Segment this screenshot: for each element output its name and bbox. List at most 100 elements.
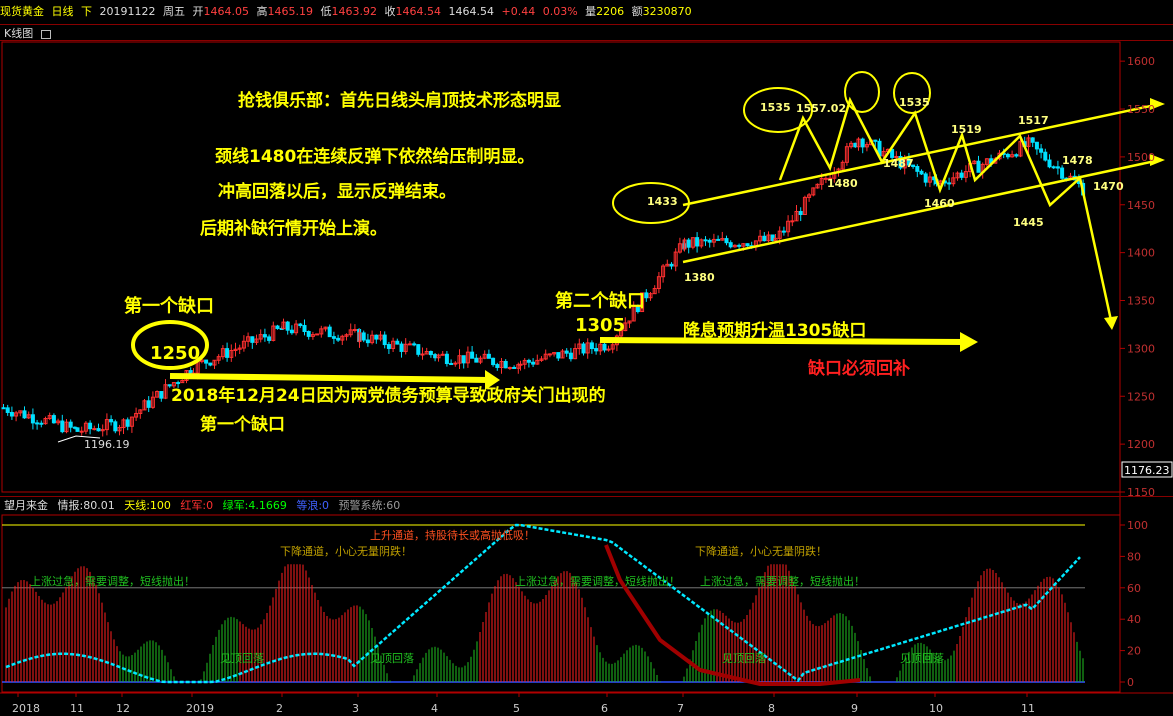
candle-body <box>68 421 73 428</box>
price-tick-label: 1500 <box>1127 151 1155 164</box>
candle-body <box>798 211 803 216</box>
candle-body <box>737 244 742 247</box>
candle-body <box>860 138 865 148</box>
price-point-label: 1535 <box>760 101 791 114</box>
candle-body <box>1005 153 1010 158</box>
gap1-description-2: 第一个缺口 <box>200 415 285 435</box>
candle-body <box>959 172 964 178</box>
signal-down-channel-2: 下降通道，小心无量阴跌！ <box>695 545 827 558</box>
candle-body <box>449 363 454 366</box>
candle-body <box>1047 159 1052 168</box>
indicator-tianxian: 天线:100 <box>124 499 171 512</box>
candle-body <box>60 420 65 433</box>
candle-body <box>1034 141 1039 150</box>
candle-body <box>461 355 466 364</box>
candle-body <box>159 391 164 399</box>
time-tick-label: 4 <box>431 702 438 715</box>
time-tick-label: 9 <box>851 702 858 715</box>
candle-body <box>1 407 6 410</box>
price-point-label: 1478 <box>1062 154 1093 167</box>
candle-body <box>470 351 475 359</box>
candle-body <box>352 328 357 331</box>
candle-body <box>96 428 101 432</box>
price-tick-label: 1550 <box>1127 103 1155 116</box>
main-panel-frame <box>1 41 1121 493</box>
signal-down-channel-1: 下降通道，小心无量阴跌！ <box>280 545 412 558</box>
candle-body <box>724 238 729 244</box>
candle-body <box>75 427 80 432</box>
candle-body <box>1055 166 1060 169</box>
candle-body <box>526 359 531 363</box>
candle-body <box>5 407 10 413</box>
signal-overheat-2: 上涨过急，需要调整，短线抛出！ <box>515 575 680 588</box>
price-tick-label: 1200 <box>1127 438 1155 451</box>
candle-body <box>686 239 691 248</box>
indicator-info: 情报:80.01 <box>57 499 115 512</box>
ind-tick-label: 20 <box>1127 645 1141 658</box>
candle-body <box>1030 137 1035 143</box>
candle-body <box>947 182 952 185</box>
candle-body <box>440 353 445 356</box>
candle-body <box>976 160 981 173</box>
price-point-label: 1487 <box>883 157 914 170</box>
candle-body <box>298 323 303 327</box>
candle-body <box>302 325 307 333</box>
candle-body <box>88 422 93 430</box>
signal-overheat-1: 上涨过急，需要调整，短线抛出！ <box>30 575 195 588</box>
candle-body <box>412 343 417 346</box>
ind-tick-label: 100 <box>1127 519 1148 532</box>
candle-body <box>315 333 320 336</box>
price-point-label: 1535 <box>899 96 930 109</box>
candle-body <box>474 357 479 363</box>
candle-body <box>331 336 336 339</box>
candle-body <box>267 336 272 341</box>
candle-body <box>125 419 130 427</box>
indicator-lvjun: 绿军:4.1669 <box>222 499 287 512</box>
indicator-name[interactable]: 望月来金 <box>4 499 48 512</box>
candle-body <box>386 344 391 349</box>
candle-body <box>556 352 561 359</box>
price-tick-label: 1350 <box>1127 295 1155 308</box>
annotation-neckline: 颈线1480在连续反弹下依然给压制明显。 <box>215 147 535 167</box>
price-tick-label: 1400 <box>1127 247 1155 260</box>
candle-body <box>444 353 449 365</box>
price-point-label: 1433 <box>647 195 678 208</box>
ind-tick-label: 0 <box>1127 676 1134 689</box>
candle-body <box>1043 151 1048 161</box>
candle-body <box>250 336 255 343</box>
price-point-label: 1470 <box>1093 180 1124 193</box>
candle-body <box>113 421 118 432</box>
indicator-title-bar: 望月来金 情报:80.01 天线:100 红军:0 绿军:4.1669 等浪:0… <box>0 496 1173 514</box>
candle-body <box>35 422 40 425</box>
time-tick-label: 5 <box>513 702 520 715</box>
candle-body <box>581 343 586 354</box>
candle-body <box>327 326 332 338</box>
level-1557-circle <box>844 71 880 113</box>
candle-body <box>486 353 491 359</box>
candle-body <box>204 359 209 364</box>
price-point-label: 1517 <box>1018 114 1049 127</box>
price-point-label: 1460 <box>924 197 955 210</box>
candle-body <box>30 414 35 424</box>
annotation-rebound-end: 冲高回落以后，显示反弹结束。 <box>218 182 456 202</box>
signal-overheat-3: 上涨过急，需要调整，短线抛出！ <box>700 575 865 588</box>
time-tick-label: 11 <box>1021 702 1035 715</box>
candle-body <box>695 237 700 247</box>
candle-body <box>518 363 523 366</box>
gap1-description: 2018年12月24日因为两党债务预算导致政府关门出现的 <box>171 386 606 406</box>
candle-body <box>512 366 517 369</box>
candle-body <box>644 292 649 299</box>
gap1-arrow <box>169 373 491 383</box>
candle-body <box>716 238 721 241</box>
candle-body <box>399 343 404 352</box>
indicator-dengbo: 等浪:0 <box>296 499 330 512</box>
candle-body <box>495 364 500 368</box>
candle-body <box>285 321 290 331</box>
signal-see-top-2: 见顶回落 <box>370 652 414 665</box>
gap2-title: 第二个缺口 <box>555 291 645 312</box>
price-point-label: 1445 <box>1013 216 1044 229</box>
candle-body <box>547 353 552 356</box>
candle-body <box>503 360 508 369</box>
candle-body <box>289 329 294 334</box>
candle-body <box>790 220 795 223</box>
